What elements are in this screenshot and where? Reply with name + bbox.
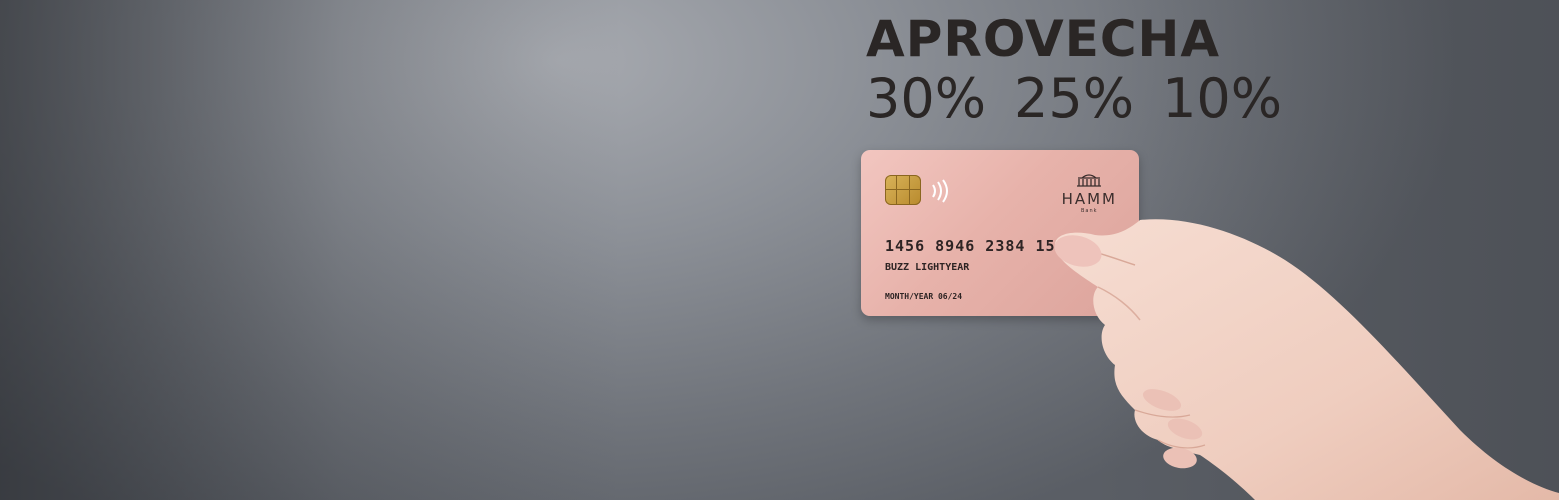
discount-list: 30% 25% 10% <box>866 72 1310 126</box>
bank-name: HAMM <box>1061 190 1117 208</box>
card-holder: BUZZ LIGHTYEAR <box>885 262 970 273</box>
hand-image <box>1054 219 1559 500</box>
promo-banner[interactable]: APROVECHA 30% 25% 10% HAMM Bank 1456 8946 … <box>0 0 1559 500</box>
discount-2: 25% <box>1014 67 1135 130</box>
bank-subtitle: Bank <box>1081 208 1098 214</box>
bank-logo: HAMM Bank <box>1062 172 1117 214</box>
contactless-icon <box>932 179 948 203</box>
discount-3: 10% <box>1162 67 1283 130</box>
bank-emblem-icon <box>1077 174 1102 187</box>
card-expiry: MONTH/YEAR 06/24 <box>885 292 963 301</box>
discount-1: 30% <box>866 67 987 130</box>
headline: APROVECHA <box>866 10 1221 68</box>
chip-icon <box>885 175 921 205</box>
